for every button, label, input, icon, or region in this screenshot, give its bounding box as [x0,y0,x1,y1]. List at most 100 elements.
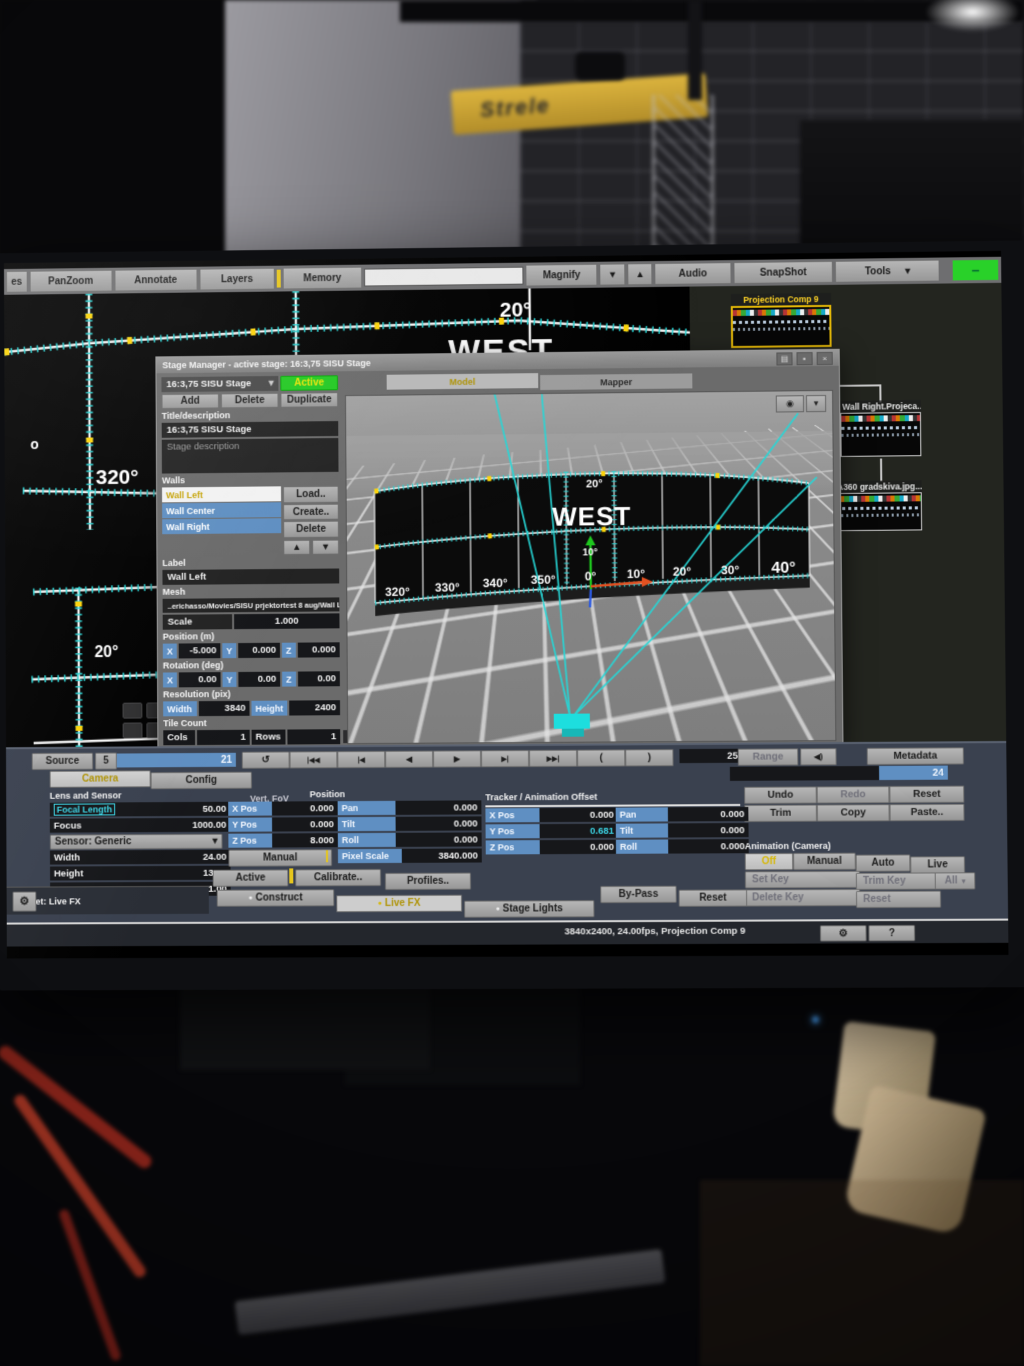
pos-x-value[interactable]: -5.000 [179,643,221,658]
menu-magnify-button[interactable]: Magnify [525,264,597,287]
create-button[interactable]: Create.. [283,503,339,520]
set-key-button[interactable]: Set Key [745,871,860,889]
copy-button[interactable]: Copy [817,804,890,822]
tilt-value[interactable]: 0.000 [396,816,482,830]
speaker-button[interactable]: ◀) [800,748,836,765]
settings-gear-button[interactable]: ⚙ [820,925,867,941]
bypass-reset-button[interactable]: Reset [679,889,748,906]
bypass-button[interactable]: By-Pass [600,886,676,903]
pos-z-value[interactable]: 0.000 [298,642,340,657]
menu-panzoom-button[interactable]: PanZoom [29,270,112,293]
sensor-width-row[interactable]: Width 24.00 [50,850,231,865]
trk-tilt-value[interactable]: 0.000 [668,823,749,837]
menu-audio-button[interactable]: Audio [655,262,732,285]
wall-list-item[interactable]: Wall Right [162,518,281,534]
transport-play-button[interactable]: ▶ [433,750,481,767]
res-height-value[interactable]: 2400 [289,700,340,715]
xpos-value[interactable]: 0.000 [272,801,338,815]
trk-pan-value[interactable]: 0.000 [668,807,749,821]
rot-x-value[interactable]: 0.00 [179,672,221,687]
help-button[interactable]: ? [868,925,915,941]
ypos-value[interactable]: 0.000 [272,817,338,831]
load-button[interactable]: Load.. [283,486,339,503]
transport-step-back-button[interactable]: |◀ [337,751,385,768]
transport-skip-end-button[interactable]: ▶▶| [529,750,577,767]
focus-row[interactable]: Focus 1000.00 [50,818,231,833]
profiles-button[interactable]: Profiles.. [385,873,471,890]
wall-label-field[interactable]: Wall Left [162,568,339,584]
delete-key-button[interactable]: Delete Key [745,889,860,907]
tab-config[interactable]: Config [151,772,252,790]
range-button[interactable]: Range [738,748,799,765]
paste-button[interactable]: Paste.. [889,804,964,822]
mesh-path-field[interactable]: ..erichasso/Movies/SISU prjektortest 8 a… [163,597,340,612]
focal-length-row[interactable]: Focal Length 50.00 [50,802,231,817]
tab-mapper[interactable]: Mapper [540,373,692,390]
res-width-value[interactable]: 3840 [199,701,250,716]
wall-list-item[interactable]: Wall Left [162,486,281,502]
trk-roll-value[interactable]: 0.000 [668,839,749,853]
trim-key-button[interactable]: Trim Key [856,872,941,890]
delete-button[interactable]: Delete [221,393,279,409]
window-minimize-icon[interactable]: ▪ [796,352,812,365]
wall-move-down-button[interactable]: ▾ [312,540,339,555]
transport-loop-out-button[interactable]: ) [625,749,673,766]
menu-annotate-button[interactable]: Annotate [114,269,197,292]
rot-z-value[interactable]: 0.00 [298,671,340,686]
wall-list-item[interactable]: Wall Center [162,502,281,518]
tab-construct[interactable]: ● Construct [217,889,335,907]
sensor-height-row[interactable]: Height 13.50 [50,866,231,881]
metadata-button[interactable]: Metadata [867,747,964,765]
node-a360[interactable]: A360 gradskiva.jpg... [835,480,922,531]
tab-model[interactable]: Model [387,373,539,390]
anim-live-button[interactable]: Live [910,856,965,873]
source-field-b[interactable]: 21 [117,753,236,768]
anim-off-button[interactable]: Off [745,853,794,870]
anim-all-select[interactable]: All ▾ [935,872,976,889]
delete-wall-button[interactable]: Delete [283,521,339,538]
trim-button[interactable]: Trim [744,805,817,822]
menu-partial-button[interactable]: es [6,271,27,293]
source-field-a[interactable]: 5 [95,753,117,770]
transport-skip-start-button[interactable]: |◀◀ [290,751,338,768]
add-button[interactable]: Add [162,393,220,409]
window-close-icon[interactable]: × [817,351,833,364]
calib-active-button[interactable]: Active [213,869,289,886]
menu-search-input[interactable] [364,267,523,287]
view-options-button[interactable]: ▾ [806,395,826,412]
frame-value[interactable]: 25 [679,749,741,763]
view-camera-button[interactable]: ◉ [776,395,804,412]
transport-step-forward-button[interactable]: ▶| [481,750,529,767]
menu-tools-button[interactable]: Tools ▾ [835,260,940,283]
menu-snapshot-button[interactable]: SnapShot [733,261,833,284]
duplicate-button[interactable]: Duplicate [280,392,338,408]
pixel-scale-value[interactable]: 3840.000 [402,848,482,862]
calibrate-button[interactable]: Calibrate.. [295,869,381,886]
window-menu-icon[interactable]: ▤ [776,352,792,365]
pos-y-value[interactable]: 0.000 [238,643,280,658]
anim-auto-button[interactable]: Auto [856,854,911,871]
rot-y-value[interactable]: 0.00 [238,672,280,687]
source-button[interactable]: Source [32,753,93,770]
node-wall-right[interactable]: Wall Right.Projeca.. [840,400,921,457]
scale-value[interactable]: 1.000 [234,613,339,629]
wall-move-up-button[interactable]: ▴ [283,540,310,555]
manual-button[interactable]: Manual [228,849,332,866]
menu-memory-button[interactable]: Memory [283,267,363,290]
timeline-offset-field[interactable] [730,766,885,781]
tab-stage-lights[interactable]: ● Stage Lights [464,900,594,918]
sensor-select[interactable]: Sensor: Generic ▾ [50,834,223,850]
menu-down-button[interactable]: ▾ [600,263,626,285]
metadata-value[interactable]: 24 [879,766,948,781]
stage-description-field[interactable]: Stage description [162,438,339,474]
roll-value[interactable]: 0.000 [396,832,482,846]
menu-layers-button[interactable]: Layers [199,268,275,291]
zpos-value[interactable]: 8.000 [272,833,338,847]
anim-reset-button[interactable]: Reset [856,891,941,909]
anim-manual-button[interactable]: Manual [793,853,856,870]
node-projection-comp[interactable]: Projection Comp 9 [731,293,832,348]
pan-value[interactable]: 0.000 [395,800,481,814]
trk-xpos-value[interactable]: 0.000 [539,808,617,822]
stage-select[interactable]: 16:3,75 SISU Stage ▾ [161,376,278,392]
stage-name-field[interactable]: 16:3,75 SISU Stage [162,421,339,438]
